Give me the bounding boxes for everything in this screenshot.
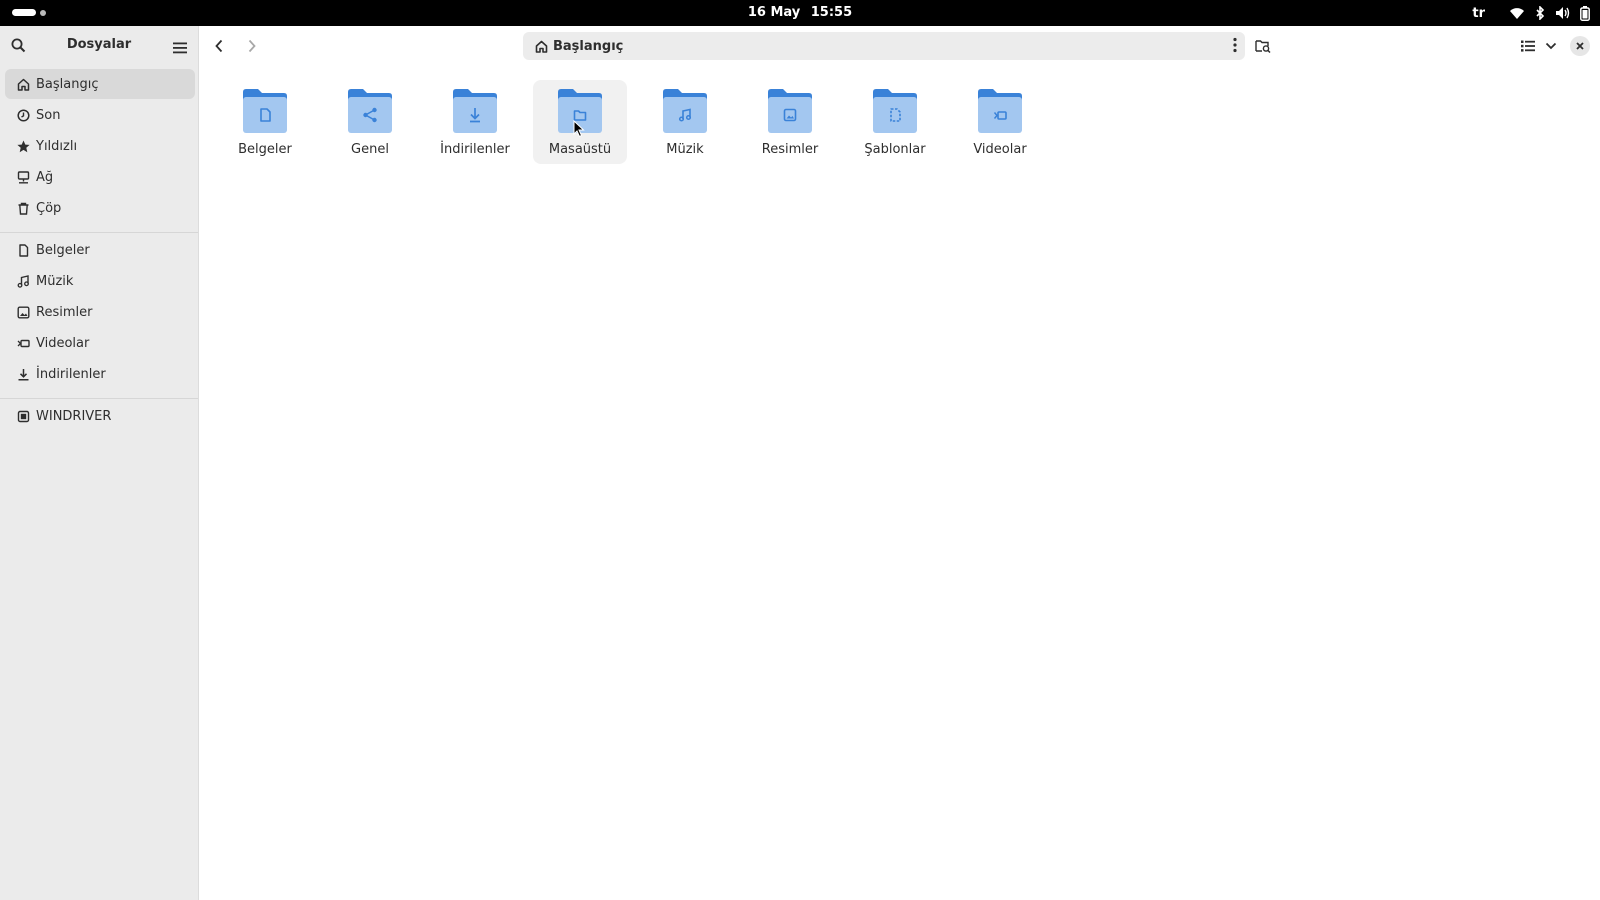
folder-label: Belgeler bbox=[238, 142, 292, 157]
sidebar-separator bbox=[0, 232, 198, 233]
home-icon bbox=[17, 78, 30, 91]
folder-label: Resimler bbox=[761, 142, 819, 157]
breadcrumb[interactable]: Başlangıç bbox=[535, 39, 623, 54]
document-icon bbox=[19, 243, 29, 257]
keyboard-layout-indicator[interactable]: tr bbox=[1472, 6, 1485, 21]
wifi-icon bbox=[1510, 8, 1524, 19]
sidebar: Dosyalar Başlangıç Son Yıldızlı Ağ Çöp B… bbox=[0, 26, 199, 900]
breadcrumb-label: Başlangıç bbox=[553, 38, 624, 54]
folder-documents[interactable]: Belgeler bbox=[218, 80, 312, 164]
sidebar-header: Dosyalar bbox=[0, 26, 198, 66]
hamburger-menu-icon bbox=[173, 42, 187, 54]
folder-label: Videolar bbox=[973, 142, 1027, 157]
trash-icon bbox=[18, 202, 29, 215]
clock-date: 16 May bbox=[747, 5, 801, 20]
folder-pictures[interactable]: Resimler bbox=[743, 80, 837, 164]
video-icon bbox=[17, 339, 30, 347]
clock-time: 15:55 bbox=[810, 5, 853, 20]
folder-picture-icon bbox=[768, 89, 812, 133]
sidebar-item-music[interactable]: Müzik bbox=[5, 266, 195, 296]
system-tray[interactable]: tr bbox=[1472, 4, 1590, 22]
bluetooth-icon bbox=[1536, 6, 1545, 20]
top-bar: 16 May 15:55 tr bbox=[0, 0, 1600, 26]
folder-label: İndirilenler bbox=[440, 142, 510, 157]
mouse-pointer-icon bbox=[573, 120, 585, 138]
chevron-right-icon bbox=[248, 39, 256, 53]
folder-label: Müzik bbox=[666, 142, 704, 157]
battery-icon bbox=[1580, 5, 1590, 21]
sidebar-item-label: Çöp bbox=[36, 200, 62, 216]
drive-icon bbox=[17, 410, 30, 422]
app-title: Dosyalar bbox=[66, 37, 132, 52]
folder-downloads[interactable]: İndirilenler bbox=[428, 80, 522, 164]
chevron-down-icon bbox=[1545, 42, 1557, 50]
sidebar-item-label: Müzik bbox=[36, 273, 74, 289]
sidebar-item-label: Belgeler bbox=[36, 242, 90, 258]
sidebar-item-label: Ağ bbox=[36, 169, 54, 185]
vertical-dots-icon bbox=[1233, 37, 1237, 53]
network-icon bbox=[17, 170, 30, 183]
sidebar-item-label: Videolar bbox=[36, 335, 90, 351]
sidebar-separator bbox=[0, 398, 198, 399]
sidebar-item-label: Başlangıç bbox=[36, 76, 99, 92]
sidebar-item-label: WINDRIVER bbox=[36, 408, 112, 424]
folder-video-icon bbox=[978, 89, 1022, 133]
music-icon bbox=[17, 274, 29, 288]
sidebar-item-network[interactable]: Ağ bbox=[5, 162, 195, 192]
volume-icon bbox=[1556, 7, 1570, 19]
close-window-button[interactable] bbox=[1570, 36, 1590, 56]
main-menu-button[interactable] bbox=[173, 39, 187, 58]
sidebar-item-pictures[interactable]: Resimler bbox=[5, 297, 195, 327]
path-bar[interactable]: Başlangıç bbox=[523, 32, 1245, 60]
clock[interactable]: 16 May 15:55 bbox=[0, 5, 1600, 20]
folder-label: Şablonlar bbox=[864, 142, 926, 157]
chevron-left-icon bbox=[215, 39, 223, 53]
forward-button[interactable] bbox=[241, 35, 263, 57]
sidebar-item-starred[interactable]: Yıldızlı bbox=[5, 131, 195, 161]
sidebar-item-documents[interactable]: Belgeler bbox=[5, 235, 195, 265]
back-button[interactable] bbox=[208, 35, 230, 57]
folder-videos[interactable]: Videolar bbox=[953, 80, 1047, 164]
picture-icon bbox=[17, 306, 30, 319]
folder-download-icon bbox=[453, 89, 497, 133]
close-icon bbox=[1576, 42, 1584, 50]
clock-icon bbox=[17, 108, 30, 122]
folder-template-icon bbox=[873, 89, 917, 133]
folder-documents-icon bbox=[243, 89, 287, 133]
list-view-icon bbox=[1521, 40, 1535, 52]
folder-music-icon bbox=[663, 89, 707, 133]
search-in-folder-button[interactable] bbox=[1254, 38, 1272, 54]
sidebar-item-windriver[interactable]: WINDRIVER bbox=[5, 401, 195, 431]
sidebar-item-videos[interactable]: Videolar bbox=[5, 328, 195, 358]
sidebar-item-home[interactable]: Başlangıç bbox=[5, 69, 195, 99]
sidebar-item-label: İndirilenler bbox=[36, 366, 106, 382]
folder-share-icon bbox=[348, 89, 392, 133]
folder-label: Genel bbox=[351, 142, 389, 157]
folder-label: Masaüstü bbox=[548, 142, 612, 157]
location-menu-button[interactable] bbox=[1233, 37, 1237, 57]
folder-public[interactable]: Genel bbox=[323, 80, 417, 164]
view-toggle-button[interactable] bbox=[1520, 38, 1536, 54]
folder-search-icon bbox=[1255, 40, 1271, 53]
home-icon bbox=[535, 40, 548, 53]
sidebar-item-label: Resimler bbox=[36, 304, 93, 320]
view-options-button[interactable] bbox=[1543, 38, 1559, 54]
sidebar-item-trash[interactable]: Çöp bbox=[5, 193, 195, 223]
sidebar-item-label: Son bbox=[36, 107, 61, 123]
sidebar-item-recent[interactable]: Son bbox=[5, 100, 195, 130]
sidebar-item-downloads[interactable]: İndirilenler bbox=[5, 359, 195, 389]
download-icon bbox=[18, 368, 29, 381]
folder-music[interactable]: Müzik bbox=[638, 80, 732, 164]
star-icon bbox=[17, 140, 30, 152]
folder-templates[interactable]: Şablonlar bbox=[848, 80, 942, 164]
sidebar-item-label: Yıldızlı bbox=[36, 138, 78, 154]
